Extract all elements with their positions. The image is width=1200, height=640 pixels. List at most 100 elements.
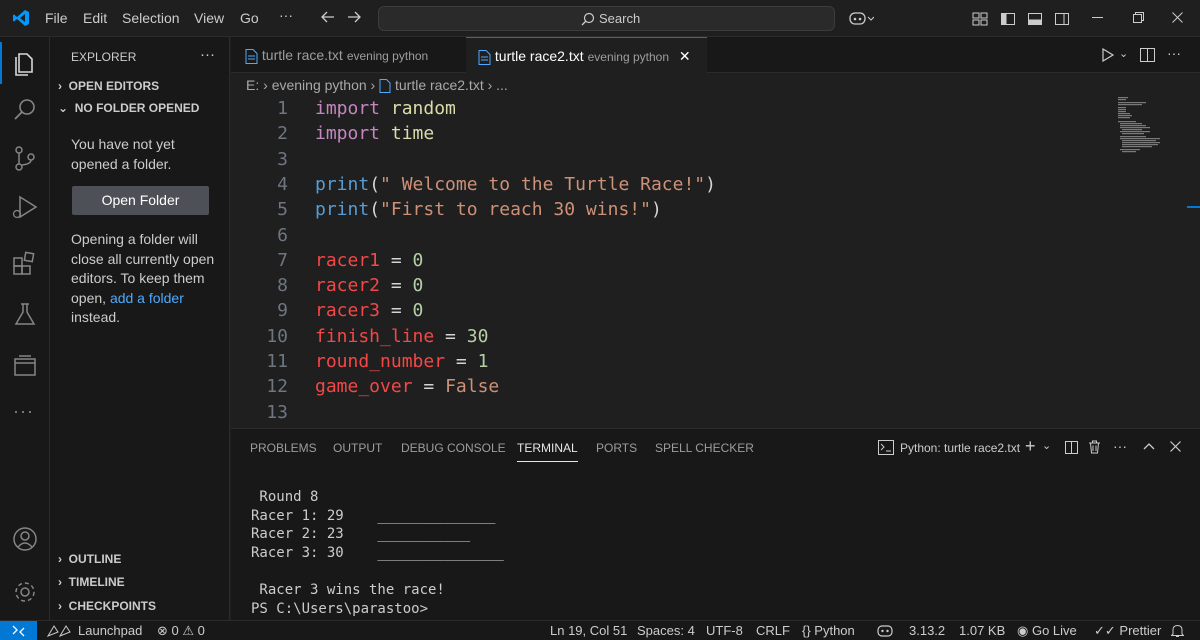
menu-edit[interactable]: Edit	[83, 10, 107, 26]
line-number: 8	[277, 275, 288, 297]
editor-tab-bar: turtle race.txt evening python turtle rac…	[231, 37, 1200, 73]
extensions-icon[interactable]	[10, 249, 40, 279]
open-editors-label: OPEN EDITORS	[68, 79, 160, 93]
tab-label: turtle race.txt	[261, 47, 343, 63]
activity-bar: ···	[0, 37, 50, 620]
toggle-primary-sidebar-icon[interactable]	[1000, 11, 1016, 27]
code-text: import random	[315, 98, 456, 119]
explorer-more-icon[interactable]: ···	[200, 46, 215, 63]
breadcrumb-file[interactable]: turtle race2.txt	[395, 77, 484, 93]
more-views-icon[interactable]: ···	[13, 401, 34, 422]
back-arrow-icon[interactable]	[320, 9, 336, 25]
testing-icon[interactable]	[10, 299, 40, 329]
scroll-position-marker	[1187, 206, 1200, 208]
restore-window-icon[interactable]	[1133, 12, 1144, 23]
file-size: 1.07 KB	[959, 623, 1006, 638]
code-text: print("First to reach 30 wins!")	[315, 199, 662, 221]
go-live-button[interactable]: ◉ Go Live	[1017, 623, 1077, 639]
explorer-sidebar: EXPLORER ··· › OPEN EDITORS ⌄ NO FOLDER …	[50, 37, 230, 620]
minimize-window-icon[interactable]	[1092, 17, 1103, 18]
accounts-icon[interactable]	[10, 524, 40, 554]
checkpoints-label: CHECKPOINTS	[68, 599, 157, 613]
editor-more-icon[interactable]: ···	[1167, 45, 1181, 61]
code-text: round_number = 1	[315, 351, 489, 372]
no-folder-label: NO FOLDER OPENED	[74, 101, 200, 115]
bottom-panel: PROBLEMS OUTPUT DEBUG CONSOLE TERMINAL P…	[231, 428, 1200, 620]
line-number: 2	[277, 123, 288, 145]
open-folder-hint: Opening a folder will close all currentl…	[71, 230, 221, 328]
breadcrumb: E: › evening python › turtle race2.txt ›…	[246, 77, 508, 94]
no-folder-section[interactable]: ⌄ NO FOLDER OPENED	[58, 101, 199, 115]
remote-indicator[interactable]	[0, 621, 37, 640]
run-file-icon[interactable]	[1101, 48, 1115, 62]
menu-selection[interactable]: Selection	[122, 10, 180, 26]
breadcrumb-drive[interactable]: E:	[246, 77, 259, 93]
more-menu-icon[interactable]: ···	[279, 7, 293, 23]
prettier-label: Prettier	[1119, 623, 1162, 638]
command-center-search[interactable]: Search	[378, 6, 835, 31]
active-indicator	[0, 42, 2, 84]
open-editors-section[interactable]: › OPEN EDITORS	[58, 79, 159, 93]
notifications-bell-icon[interactable]	[1171, 624, 1184, 638]
run-debug-icon[interactable]	[10, 192, 40, 222]
copilot-status-icon[interactable]	[877, 623, 893, 639]
search-icon	[581, 12, 595, 26]
menu-view[interactable]: View	[194, 10, 224, 26]
launchpad-status[interactable]: Launchpad	[78, 623, 142, 638]
line-number: 1	[277, 98, 288, 119]
search-label: Search	[599, 11, 641, 26]
launchpad-icon	[46, 624, 74, 638]
file-icon	[478, 49, 491, 65]
minimap[interactable]	[1116, 96, 1176, 176]
line-number: 11	[266, 351, 288, 372]
language-label: Python	[814, 623, 855, 638]
remote-explorer-icon[interactable]	[10, 351, 40, 381]
tab-turtle-race2[interactable]: turtle race2.txt evening python ✕	[466, 37, 707, 73]
tab-description: evening python	[587, 50, 669, 64]
go-live-label: Go Live	[1031, 623, 1077, 638]
code-text: racer3 = 0	[315, 300, 424, 322]
timeline-section[interactable]: › TIMELINE	[58, 575, 125, 589]
toggle-panel-icon[interactable]	[1027, 11, 1043, 27]
settings-gear-icon[interactable]	[10, 577, 40, 607]
python-version[interactable]: 3.13.2	[909, 623, 945, 638]
cursor-position[interactable]: Ln 19, Col 51	[550, 623, 627, 638]
search-icon[interactable]	[10, 95, 40, 125]
add-folder-link[interactable]: add a folder	[110, 290, 184, 306]
code-text: print(" Welcome to the Turtle Race!")	[315, 173, 716, 195]
vscode-logo-icon	[12, 9, 30, 27]
tab-turtle-race[interactable]: turtle race.txt evening python	[231, 37, 466, 73]
open-folder-button[interactable]: Open Folder	[72, 186, 209, 215]
menu-go[interactable]: Go	[240, 10, 259, 26]
language-mode[interactable]: {} Python	[802, 623, 855, 638]
terminal-line: Round 8	[251, 489, 319, 505]
indentation-status[interactable]: Spaces: 4	[637, 623, 695, 638]
toggle-secondary-sidebar-icon[interactable]	[1054, 11, 1070, 27]
line-number: 10	[266, 325, 288, 347]
breadcrumb-folder[interactable]: evening python	[272, 77, 367, 93]
source-control-icon[interactable]	[10, 143, 40, 173]
forward-arrow-icon[interactable]	[346, 9, 362, 25]
prettier-status[interactable]: ✓✓ Prettier	[1094, 623, 1161, 639]
code-text: finish_line = 30	[315, 325, 489, 347]
encoding-status[interactable]: UTF-8	[706, 623, 743, 638]
customize-layout-icon[interactable]	[972, 11, 988, 27]
copilot-icon[interactable]	[848, 8, 874, 28]
menu-file[interactable]: File	[45, 10, 68, 26]
close-tab-icon[interactable]: ✕	[679, 48, 691, 64]
file-icon	[379, 79, 391, 94]
code-editor[interactable]: 1 import random 2 import time 3 4 print(" Welc…	[231, 96, 1200, 428]
problems-status[interactable]: ⊗ 0 ⚠ 0	[157, 623, 205, 639]
terminal-output[interactable]: Round 8 Racer 1: 29 ______________ Racer 2…	[231, 429, 1200, 621]
outline-section[interactable]: › OUTLINE	[58, 552, 121, 566]
eol-status[interactable]: CRLF	[756, 623, 790, 638]
breadcrumb-more[interactable]: ...	[496, 77, 508, 93]
checkpoints-section[interactable]: › CHECKPOINTS	[58, 599, 156, 613]
hint-text-end: instead.	[71, 309, 121, 325]
run-options-chevron-icon[interactable]: ⌄	[1119, 47, 1128, 60]
outline-label: OUTLINE	[68, 552, 122, 566]
close-window-icon[interactable]	[1172, 12, 1183, 23]
split-editor-icon[interactable]	[1140, 48, 1155, 62]
title-bar: File Edit Selection View Go ··· Search	[0, 0, 1200, 37]
explorer-icon[interactable]	[10, 47, 40, 77]
